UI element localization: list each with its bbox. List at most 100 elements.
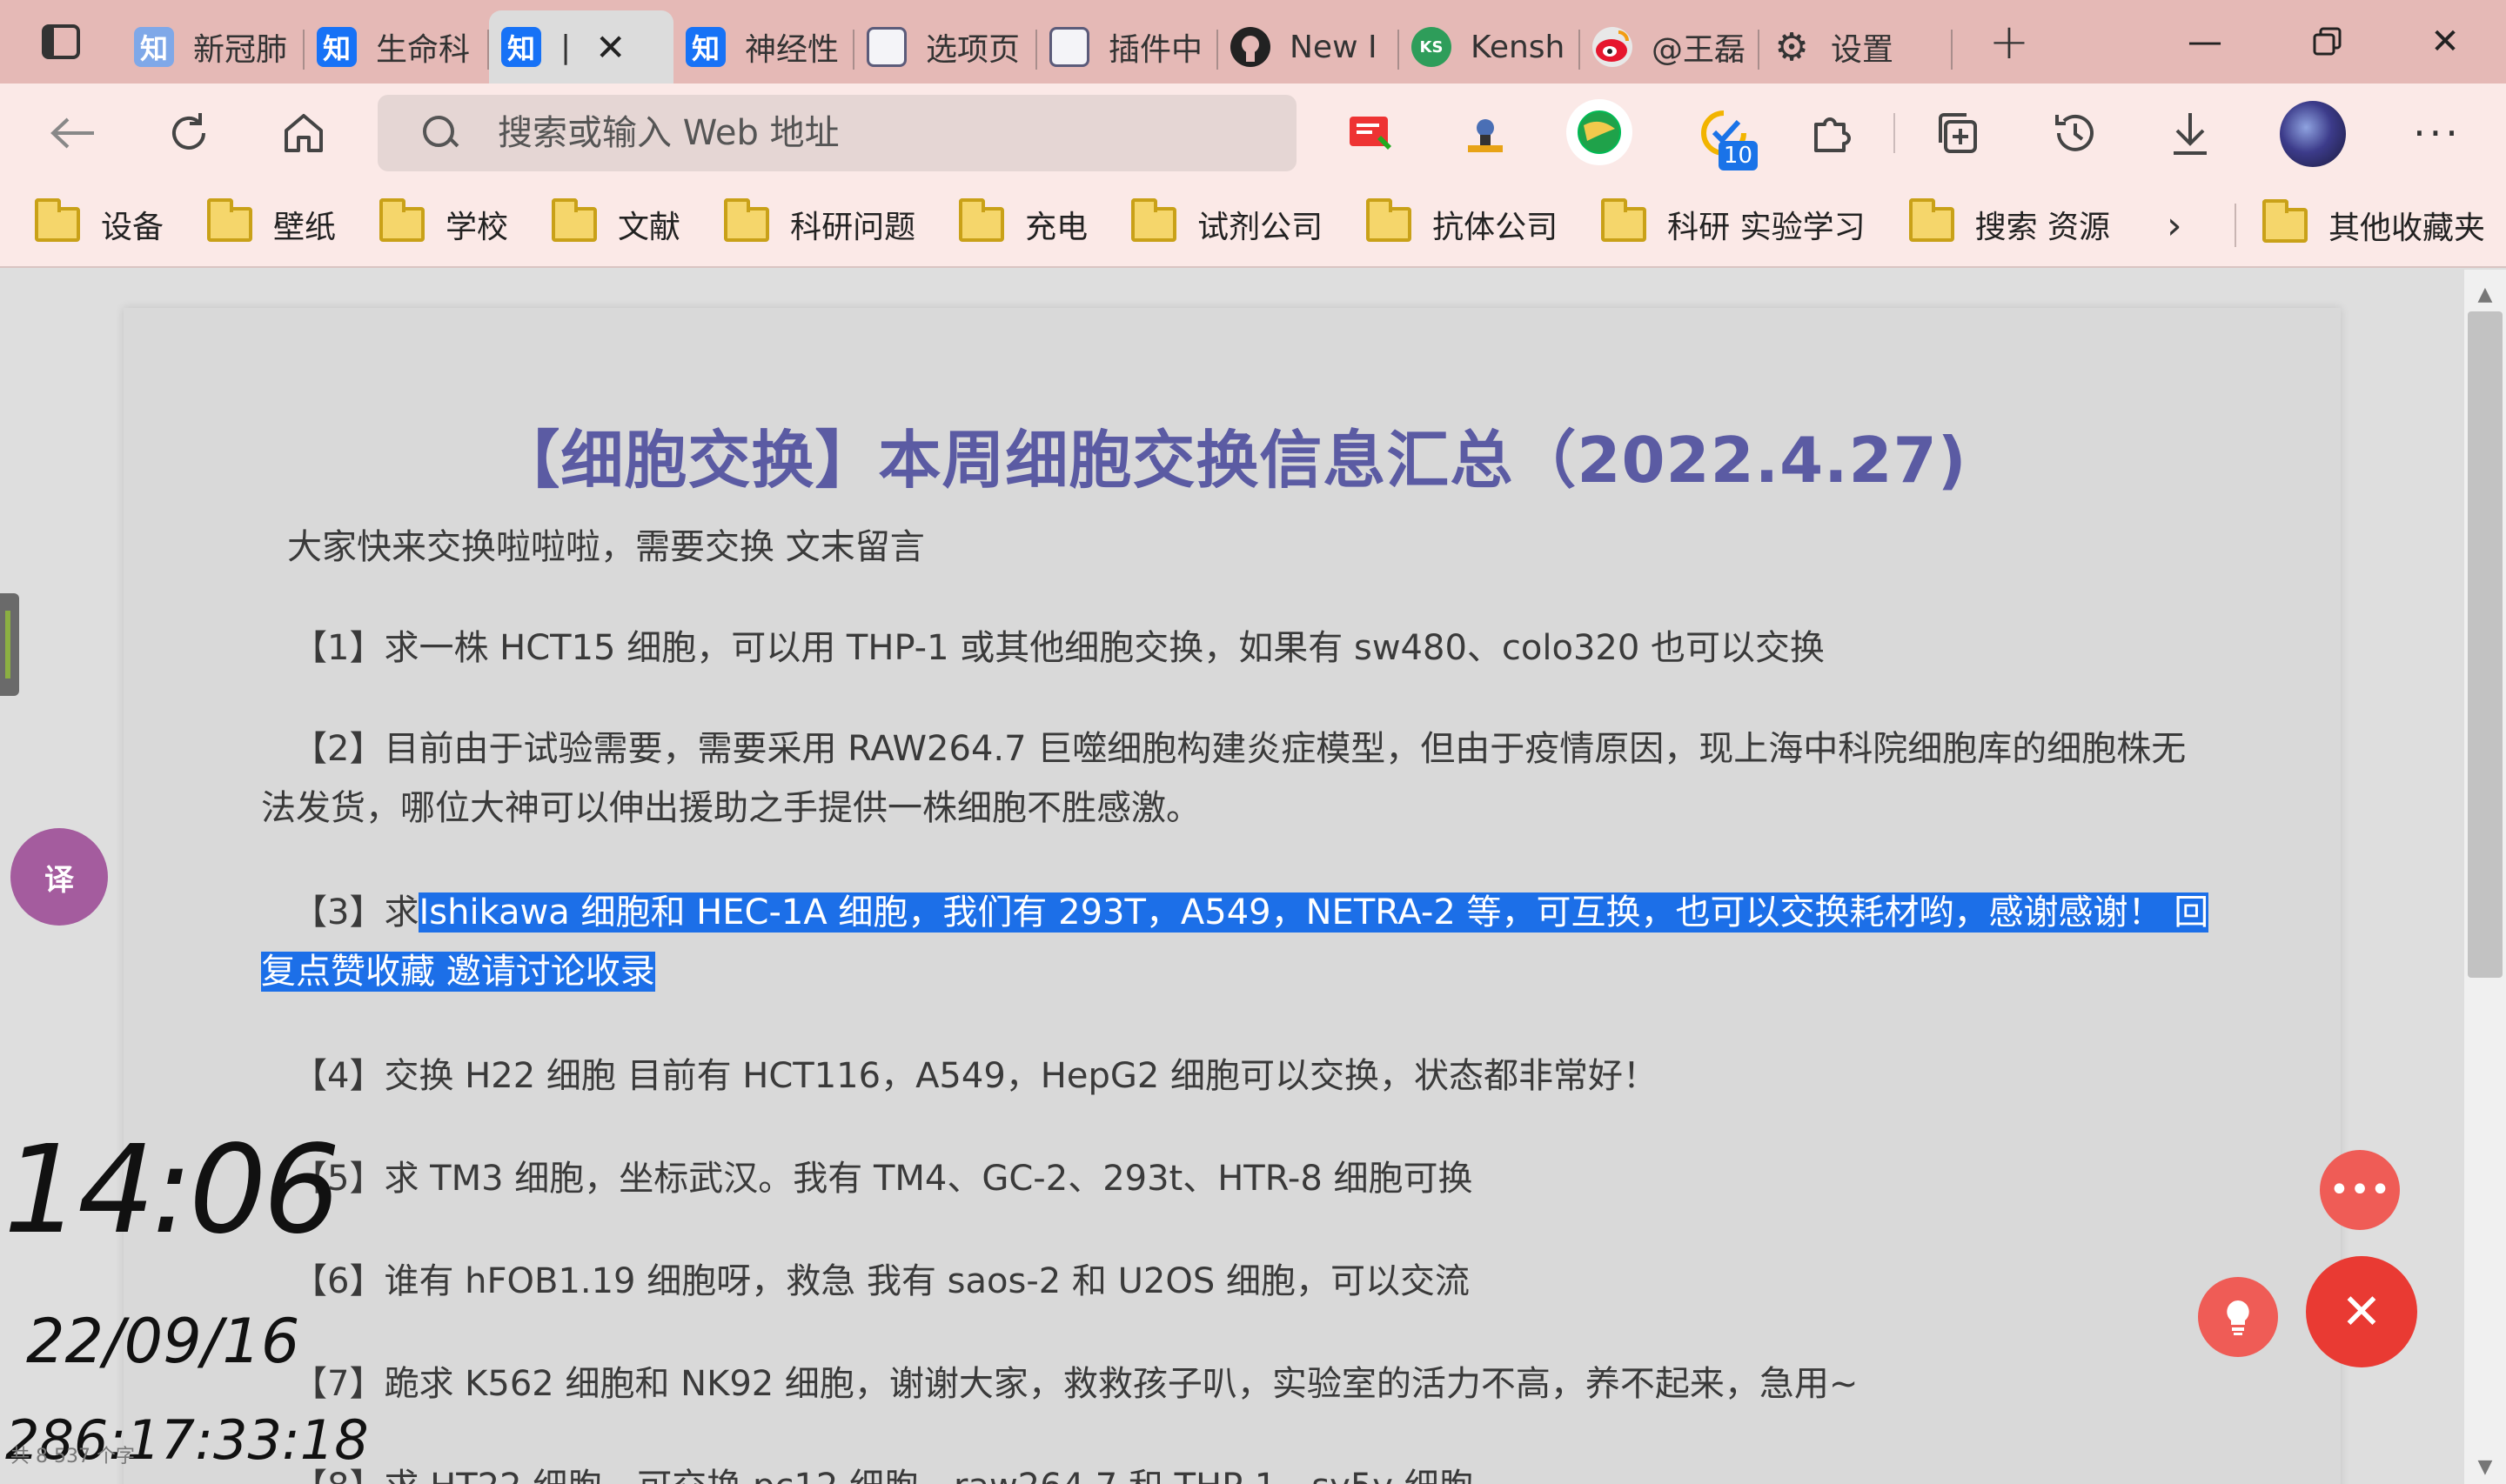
zhihu-icon: 知 [686, 27, 726, 67]
favorite-label: 抗体公司 [1432, 210, 1558, 245]
toolbar: 10 ··· [0, 84, 2506, 183]
folder-icon [2262, 199, 2308, 243]
translate-button[interactable]: 译 [10, 828, 108, 926]
tab-label: @王磊 [1652, 32, 1746, 68]
scroll-up-arrow-icon[interactable]: ▲ [2464, 277, 2506, 311]
address-input[interactable] [498, 113, 1281, 153]
tab-1[interactable]: 知 新冠肺 [122, 16, 305, 78]
extension-globe-icon[interactable] [1566, 99, 1632, 165]
tab-label: 设置 [1831, 32, 1894, 68]
refresh-button[interactable] [157, 101, 221, 165]
folder-icon [959, 198, 1005, 242]
scroll-down-arrow-icon[interactable]: ▼ [2464, 1449, 2506, 1484]
zhihu-icon: 知 [501, 27, 541, 67]
collections-icon[interactable] [1926, 103, 1987, 164]
desktop-clock-date: 22/09/16 [26, 1306, 300, 1377]
selected-text[interactable]: Ishikawa 细胞和 HEC-1A 细胞，我们有 293T，A549，NET… [419, 892, 2209, 933]
close-float-button[interactable]: ✕ [2306, 1256, 2417, 1367]
restore-icon [2313, 27, 2342, 56]
close-tab-icon[interactable]: ✕ [595, 26, 626, 69]
favorites-divider [2235, 204, 2236, 247]
weibo-icon [1592, 27, 1632, 67]
desktop-clock-caption: 共 8 537 个字 [10, 1446, 135, 1467]
favorite-folder[interactable]: 科研 实验学习 [1601, 198, 1866, 247]
favorite-folder[interactable]: 文献 [552, 198, 681, 247]
tab-6[interactable]: 插件中 [1037, 16, 1218, 78]
back-arrow-icon [50, 117, 94, 149]
tab-5[interactable]: 选项页 [854, 16, 1037, 78]
article-card: 【细胞交换】本周细胞交换信息汇总（2022.4.27) 大家快来交换啦啦啦，需要… [124, 308, 2341, 1484]
favorite-folder[interactable]: 学校 [379, 198, 509, 247]
extension-todo-icon[interactable]: 10 [1693, 103, 1758, 170]
refresh-icon [172, 113, 205, 150]
tab-label: Kensh [1471, 29, 1565, 65]
history-icon[interactable] [2045, 103, 2106, 164]
favorite-folder[interactable]: 壁纸 [207, 198, 337, 247]
favorite-label: 学校 [446, 210, 509, 245]
github-icon [1230, 27, 1270, 67]
tab-2[interactable]: 知 生命科 [305, 16, 489, 78]
page-scrollbar[interactable]: ▲ ▼ [2464, 270, 2506, 1484]
home-button[interactable] [271, 101, 336, 165]
favorite-folder[interactable]: 搜索 资源 [1908, 198, 2110, 247]
tab-label: 新冠肺 [193, 32, 288, 68]
scroll-thumb[interactable] [2468, 311, 2503, 978]
favorite-label: 设备 [101, 210, 164, 245]
favorite-label: 科研问题 [790, 210, 916, 245]
selected-text[interactable]: 复点赞收藏 邀请讨论收录 [261, 952, 655, 992]
tab-7[interactable]: New I [1218, 16, 1399, 78]
favorites-bar: 设备 壁纸 学校 文献 科研问题 充电 试剂公司 抗体公司 科研 实验学习 搜索… [0, 183, 2506, 268]
article-item-1: 【1】求一株 HCT15 细胞，可以用 THP-1 或其他细胞交换，如果有 sw… [292, 628, 1826, 668]
tab-label: 神经性 [745, 32, 840, 68]
article-item-2-line1: 【2】目前由于试验需要，需要采用 RAW264.7 巨噬细胞构建炎症模型，但由于… [292, 729, 2187, 769]
article-item-4: 【4】交换 H22 细胞 目前有 HCT116，A549，HepG2 细胞可以交… [292, 1056, 1658, 1096]
tab-label: New I [1290, 29, 1377, 65]
tab-10[interactable]: ⚙ 设置 [1759, 16, 1953, 78]
zhihu-icon: 知 [317, 27, 357, 67]
favorite-label: 其他收藏夹 [2328, 211, 2486, 246]
folder-icon [552, 198, 598, 242]
favorite-folder[interactable]: 抗体公司 [1366, 198, 1558, 247]
favorite-label: 文献 [618, 210, 681, 245]
folder-icon [1131, 198, 1177, 242]
favorite-label: 科研 实验学习 [1667, 210, 1866, 245]
extensions-puzzle-icon[interactable] [1801, 103, 1862, 164]
tab-actions-button[interactable] [0, 0, 122, 84]
new-tab-button[interactable]: + [1979, 11, 2040, 72]
close-window-button[interactable]: ✕ [2384, 0, 2506, 84]
favorite-folder[interactable]: 充电 [959, 198, 1088, 247]
favorite-folder[interactable]: 设备 [35, 198, 164, 247]
lightbulb-button[interactable] [2198, 1277, 2278, 1357]
article-item-3-prefix: 【3】求 [292, 892, 419, 933]
restore-button[interactable] [2266, 0, 2388, 84]
extension-scientist-icon[interactable] [1455, 103, 1516, 164]
download-icon[interactable] [2160, 103, 2221, 164]
more-menu-icon[interactable]: ··· [2407, 103, 2468, 164]
profile-avatar[interactable] [2280, 101, 2346, 167]
tab-4[interactable]: 知 神经性 [673, 16, 854, 78]
extension-notes-icon[interactable] [1340, 103, 1401, 164]
page-content: 【细胞交换】本周细胞交换信息汇总（2022.4.27) 大家快来交换啦啦啦，需要… [0, 270, 2464, 1484]
article-item-3-line1: 【3】求Ishikawa 细胞和 HEC-1A 细胞，我们有 293T，A549… [292, 882, 2224, 943]
other-favorites-folder[interactable]: 其他收藏夹 [2262, 183, 2485, 268]
favorite-folder[interactable]: 试剂公司 [1131, 198, 1323, 247]
favorites-overflow-chevron-icon[interactable]: › [2167, 183, 2182, 268]
tab-9[interactable]: @王磊 [1580, 16, 1759, 78]
more-actions-button[interactable]: ••• [2320, 1150, 2400, 1230]
extension-badge: 10 [1718, 141, 1758, 170]
favorite-folder[interactable]: 科研问题 [724, 198, 916, 247]
folder-icon [35, 198, 80, 242]
sidebar-handle[interactable] [0, 593, 19, 696]
close-icon: ✕ [2341, 1283, 2382, 1340]
minimize-button[interactable]: — [2144, 0, 2266, 84]
favorite-label: 壁纸 [273, 210, 337, 245]
tab-8[interactable]: KS Kensh [1399, 16, 1580, 78]
tab-active[interactable]: 知 | ✕ [489, 10, 673, 84]
article-title: 【细胞交换】本周细胞交换信息汇总（2022.4.27) [497, 424, 1967, 497]
folder-icon [1366, 198, 1412, 242]
back-button[interactable] [40, 101, 104, 165]
article-item-7: 【7】跪求 K562 细胞和 NK92 细胞，谢谢大家，救救孩子叭，实验室的活力… [292, 1364, 1859, 1404]
article-item-6: 【6】谁有 hFOB1.19 细胞呀，救急 我有 saos-2 和 U2OS 细… [292, 1261, 1470, 1301]
address-bar[interactable] [378, 95, 1297, 171]
more-dots-icon: ••• [2328, 1170, 2391, 1210]
